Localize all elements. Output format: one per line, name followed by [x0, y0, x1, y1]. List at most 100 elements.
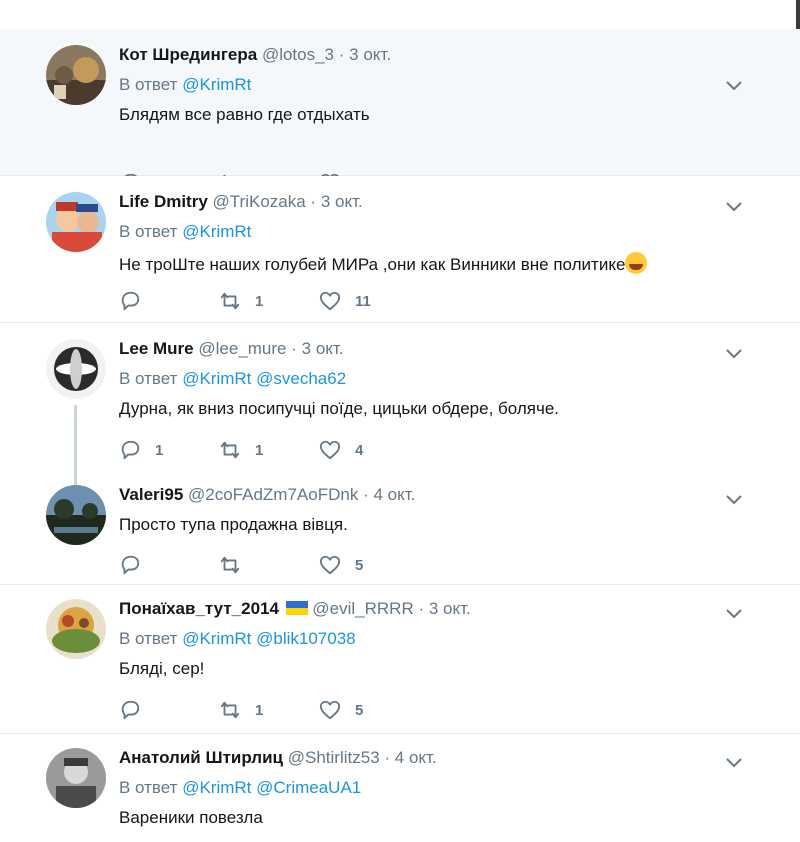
user-handle[interactable]: @evil_RRRR	[312, 599, 413, 618]
avatar-2-image	[46, 192, 106, 252]
tweet-text: Бляді, сер!	[119, 659, 205, 678]
display-name[interactable]: Анатолий Штирлиц	[119, 748, 283, 767]
chevron-down-icon[interactable]	[722, 601, 746, 625]
reply-icon	[121, 440, 140, 460]
avatar-4[interactable]	[46, 485, 106, 545]
user-handle[interactable]: @2coFAdZm7AoFDnk	[188, 485, 358, 504]
tweet-6[interactable]: Анатолий Штирлиц @Shtirlitz53 · 4 окт. В…	[0, 734, 800, 842]
display-name[interactable]: Valeri95	[119, 485, 183, 504]
tweet-text: Блядям все равно где отдыхать	[119, 105, 370, 124]
retweet-button[interactable]: 1	[219, 290, 319, 312]
user-handle[interactable]: @Shtirlitz53	[288, 748, 380, 767]
tweet-header: Понаїхав_тут_2014 @evil_RRRR · 3 окт.	[119, 599, 760, 619]
reply-icon	[121, 700, 140, 720]
mention-link[interactable]: @KrimRt	[182, 222, 251, 241]
mention-link[interactable]: @blik107038	[256, 629, 356, 648]
retweet-button[interactable]: 1	[219, 699, 319, 721]
timestamp[interactable]: 3 окт.	[302, 339, 344, 358]
separator-dot: ·	[338, 45, 345, 64]
mention-link[interactable]: @KrimRt	[182, 369, 251, 388]
reply-prefix: В ответ	[119, 369, 178, 388]
like-count: 5	[355, 701, 364, 719]
timestamp[interactable]: 4 окт.	[395, 748, 437, 767]
tweet-header: Анатолий Штирлиц @Shtirlitz53 · 4 окт.	[119, 748, 760, 768]
like-count: 4	[355, 441, 364, 459]
mention-link[interactable]: @CrimeaUA1	[256, 778, 361, 797]
reply-button[interactable]	[119, 290, 219, 312]
timestamp[interactable]: 3 окт.	[429, 599, 471, 618]
user-handle[interactable]: @lotos_3	[262, 45, 334, 64]
tweet-actions: 1 11	[119, 290, 419, 312]
tweet-header: Кот Шредингера @lotos_3 · 3 окт.	[119, 45, 760, 65]
avatar-6[interactable]	[46, 748, 106, 808]
display-name[interactable]: Lee Mure	[119, 339, 194, 358]
tweet-header: Valeri95 @2coFAdZm7AoFDnk · 4 окт.	[119, 485, 760, 505]
separator-dot: ·	[384, 748, 391, 767]
chevron-down-icon[interactable]	[722, 194, 746, 218]
like-button[interactable]: 5	[319, 699, 419, 721]
reply-icon	[121, 555, 140, 575]
tweet-5[interactable]: Понаїхав_тут_2014 @evil_RRRR · 3 окт. В …	[0, 585, 800, 734]
tweet-1[interactable]: Кот Шредингера @lotos_3 · 3 окт. В ответ…	[0, 29, 800, 193]
tweet-actions: 1 5	[119, 699, 419, 721]
tweet-text: Не троШте наших голубей МИРа ,они как Ви…	[119, 255, 626, 274]
retweet-count: 1	[255, 441, 264, 459]
separator-dot: ·	[363, 485, 369, 504]
tweet-text: Просто тупа продажна вівця.	[119, 515, 348, 534]
retweet-button[interactable]: 1	[219, 439, 319, 461]
timestamp[interactable]: 3 окт.	[321, 192, 363, 211]
mention-link[interactable]: @KrimRt	[182, 629, 251, 648]
avatar-1[interactable]	[46, 45, 106, 105]
reply-button[interactable]	[119, 554, 219, 576]
tweet-header: Life Dmitry @TriKozaka · 3 окт.	[119, 192, 760, 212]
tweet-text: Вареники повезла	[119, 808, 263, 827]
mention-link[interactable]: @KrimRt	[182, 778, 251, 797]
avatar-5[interactable]	[46, 599, 106, 659]
timestamp[interactable]: 4 окт.	[373, 485, 415, 504]
like-count: 5	[355, 556, 364, 574]
chevron-down-icon[interactable]	[722, 487, 746, 511]
display-name[interactable]: Кот Шредингера	[119, 45, 257, 64]
avatar-2[interactable]	[46, 192, 106, 252]
reply-button[interactable]: 1	[119, 439, 219, 461]
user-handle[interactable]: @lee_mure	[198, 339, 286, 358]
reply-button[interactable]	[119, 699, 219, 721]
tweet-thread: Lee Mure @lee_mure · 3 окт. В ответ @Kri…	[0, 323, 800, 585]
like-count: 11	[355, 292, 371, 310]
user-handle[interactable]: @TriKozaka	[213, 192, 306, 211]
reply-icon	[121, 291, 140, 311]
mention-link[interactable]: @KrimRt	[182, 75, 251, 94]
tweet-header: Lee Mure @lee_mure · 3 окт.	[119, 339, 760, 359]
like-button[interactable]: 4	[319, 439, 419, 461]
mention-link[interactable]: @svecha62	[256, 369, 346, 388]
avatar-3-image	[46, 339, 106, 399]
chevron-down-icon[interactable]	[722, 750, 746, 774]
laughing-emoji-icon	[625, 252, 648, 274]
reply-context: В ответ @KrimRt	[119, 75, 760, 95]
chevron-down-icon[interactable]	[722, 341, 746, 365]
reply-context: В ответ @KrimRt @CrimeaUA1	[119, 778, 760, 798]
reply-prefix: В ответ	[119, 778, 178, 797]
retweet-icon	[220, 292, 240, 310]
separator-dot: ·	[418, 599, 425, 618]
heart-icon	[319, 555, 341, 575]
display-name[interactable]: Понаїхав_тут_2014	[119, 599, 279, 618]
display-name[interactable]: Life Dmitry	[119, 192, 208, 211]
reply-context: В ответ @KrimRt @svecha62	[119, 369, 760, 389]
avatar-3[interactable]	[46, 339, 106, 399]
avatar-5-image	[46, 599, 106, 659]
heart-icon	[319, 440, 341, 460]
retweet-button[interactable]	[219, 554, 319, 576]
tweet-2[interactable]: Life Dmitry @TriKozaka · 3 окт. В ответ …	[0, 176, 800, 323]
avatar-6-image	[46, 748, 106, 808]
tweet-actions: 5	[119, 554, 419, 576]
avatar-1-image	[46, 45, 106, 105]
like-button[interactable]: 5	[319, 554, 419, 576]
chevron-down-icon[interactable]	[722, 73, 746, 97]
like-button[interactable]: 11	[319, 290, 419, 312]
separator-dot: ·	[291, 339, 297, 358]
reply-context: В ответ @KrimRt	[119, 222, 760, 242]
avatar-4-image	[46, 485, 106, 545]
retweet-icon	[220, 701, 240, 719]
timestamp[interactable]: 3 окт.	[349, 45, 391, 64]
